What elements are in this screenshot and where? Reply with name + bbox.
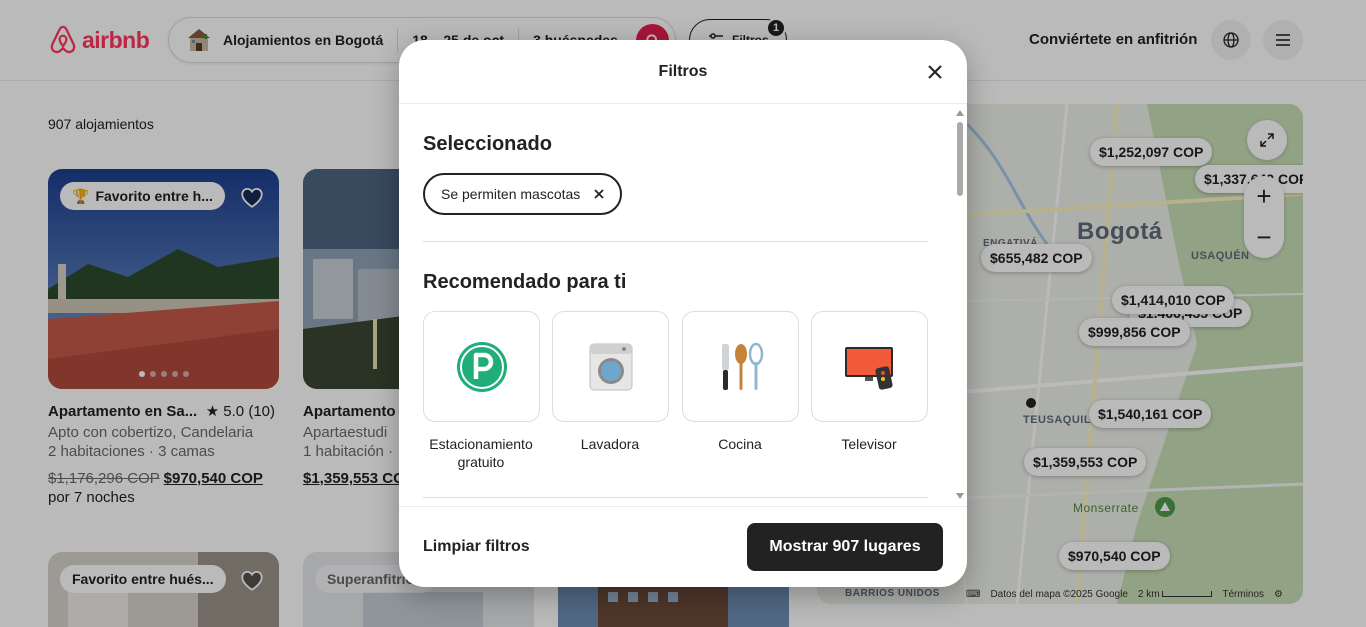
amenity-label: Estacionamiento gratuito [429, 436, 533, 470]
scroll-up-arrow[interactable] [956, 110, 964, 116]
amenity-label: Lavadora [580, 436, 640, 452]
selected-heading: Seleccionado [423, 133, 552, 155]
modal-footer: Limpiar filtros Mostrar 907 lugares [399, 506, 967, 587]
tv-icon [844, 346, 893, 390]
filters-modal: Filtros Seleccionado Se permiten mascota… [399, 40, 967, 587]
amenity-label: Cocina [718, 436, 762, 452]
close-button[interactable] [925, 62, 945, 82]
scroll-down-arrow[interactable] [956, 493, 964, 499]
close-icon [928, 65, 942, 79]
section-divider [423, 241, 928, 242]
show-results-button[interactable]: Mostrar 907 lugares [747, 523, 943, 571]
kitchen-utensils-icon [721, 342, 763, 390]
amenity-kitchen-button[interactable] [682, 311, 799, 422]
modal-title: Filtros [658, 62, 708, 80]
washing-machine-icon [589, 343, 632, 390]
chip-label: Se permiten mascotas [441, 186, 581, 202]
modal-body[interactable]: Seleccionado Se permiten mascotas Recome… [399, 105, 967, 506]
amenity-parking-button[interactable] [423, 311, 540, 422]
recommended-heading: Recomendado para ti [423, 271, 627, 293]
amenity-label: Televisor [841, 436, 897, 452]
parking-icon [456, 341, 507, 392]
amenity-tv-button[interactable] [811, 311, 928, 422]
selected-filter-chip[interactable]: Se permiten mascotas [423, 173, 623, 215]
clear-filters-button[interactable]: Limpiar filtros [423, 538, 530, 556]
amenity-washer-button[interactable] [552, 311, 669, 422]
section-divider [423, 497, 928, 498]
modal-scrollbar-thumb[interactable] [957, 122, 963, 196]
remove-filter-icon[interactable] [594, 189, 604, 199]
modal-header: Filtros [399, 40, 967, 104]
